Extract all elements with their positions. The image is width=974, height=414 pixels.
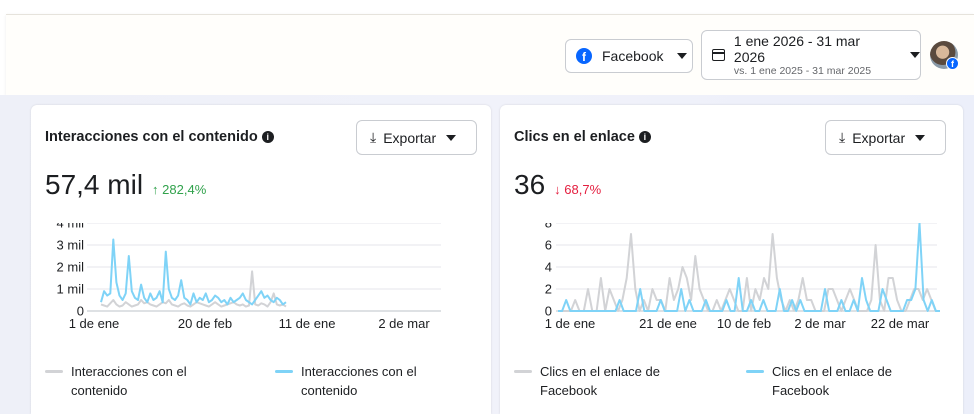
x-tick-label: 21 de ene bbox=[639, 316, 697, 331]
legend-label: Clics en el enlace de Facebook bbox=[540, 364, 660, 398]
legend-item: Clics en el enlace de Facebook bbox=[514, 362, 680, 400]
legend-swatch bbox=[45, 370, 63, 373]
y-tick-label: 4 bbox=[545, 260, 552, 275]
legend-swatch bbox=[514, 370, 532, 373]
series-line-current bbox=[100, 238, 287, 306]
export-button[interactable]: ⤓ Exportar bbox=[825, 120, 946, 155]
metric: 57,4 mil ↑ 282,4% bbox=[45, 169, 206, 201]
legend-item: Clics en el enlace de Facebook bbox=[746, 362, 912, 400]
legend-label: Clics en el enlace de Facebook bbox=[772, 364, 892, 398]
legend-label: Interacciones con el contenido bbox=[71, 364, 187, 398]
x-tick-label: 1 de ene bbox=[545, 316, 596, 331]
download-icon: ⤓ bbox=[839, 129, 846, 145]
export-label: Exportar bbox=[383, 129, 437, 146]
chevron-down-icon bbox=[446, 134, 457, 141]
platform-label: Facebook bbox=[602, 48, 664, 64]
x-tick-label: 20 de feb bbox=[178, 316, 232, 331]
calendar-icon bbox=[712, 49, 725, 61]
metric: 36 ↓ 68,7% bbox=[514, 169, 601, 201]
info-icon[interactable]: i bbox=[261, 131, 274, 143]
date-range: 1 ene 2026 - 31 mar 2026 bbox=[733, 32, 861, 65]
y-tick-label: 3 mil bbox=[57, 238, 85, 253]
legend-item: Interacciones con el contenido bbox=[275, 362, 451, 400]
export-button[interactable]: ⤓ Exportar bbox=[356, 120, 477, 155]
legend-label: Interacciones con el contenido bbox=[301, 364, 417, 398]
series-line-previous bbox=[558, 233, 940, 312]
metric-change: ↓ 68,7% bbox=[554, 182, 602, 197]
legend-swatch bbox=[275, 370, 293, 373]
chevron-down-icon bbox=[677, 53, 688, 59]
card-title: Interacciones con el contenido i bbox=[45, 129, 274, 145]
legend-swatch bbox=[746, 370, 764, 373]
metric-change: ↑ 282,4% bbox=[152, 182, 207, 197]
y-tick-label: 4 mil bbox=[57, 223, 85, 231]
link-clicks-card: Clics en el enlace i ⤓ Exportar 36 ↓ 68,… bbox=[500, 105, 963, 414]
info-icon[interactable]: i bbox=[638, 131, 651, 143]
interactions-chart: 4 mil3 mil2 mil1 mil01 de ene 20 de feb 11… bbox=[57, 223, 441, 331]
date-range-selector[interactable]: 1 ene 2026 - 31 mar 2026 vs. 1 ene 2025 … bbox=[701, 30, 921, 80]
interactions-card: Interacciones con el contenido i ⤓ Expor… bbox=[31, 105, 491, 414]
facebook-badge-icon: f bbox=[946, 57, 959, 70]
card-title: Clics en el enlace i bbox=[514, 129, 651, 145]
metric-value: 57,4 mil bbox=[45, 169, 144, 200]
card-title-text: Interacciones con el contenido bbox=[45, 129, 258, 145]
x-tick-label: 11 de ene bbox=[279, 316, 336, 331]
platform-selector[interactable]: f Facebook bbox=[565, 39, 693, 73]
x-tick-label: 22 de mar bbox=[871, 316, 930, 331]
x-tick-label: 2 de mar bbox=[378, 316, 430, 331]
y-tick-label: 2 mil bbox=[57, 260, 85, 275]
y-tick-label: 2 bbox=[545, 282, 552, 297]
legend-item: Interacciones con el contenido bbox=[45, 362, 221, 400]
facebook-icon: f bbox=[576, 48, 592, 64]
download-icon: ⤓ bbox=[370, 129, 377, 145]
chevron-down-icon bbox=[910, 52, 920, 58]
y-tick-label: 6 bbox=[545, 238, 552, 253]
date-compare: vs. 1 ene 2025 - 31 mar 2025 bbox=[733, 64, 872, 77]
card-title-text: Clics en el enlace bbox=[514, 129, 635, 145]
metric-value: 36 bbox=[514, 169, 546, 200]
export-label: Exportar bbox=[852, 129, 906, 146]
x-tick-label: 1 de ene bbox=[69, 316, 120, 331]
y-tick-label: 1 mil bbox=[57, 282, 85, 297]
y-tick-label: 8 bbox=[545, 223, 552, 231]
chevron-down-icon bbox=[915, 134, 926, 141]
link-clicks-chart: 864201 de ene 21 de ene 10 de feb 2 de mar 2… bbox=[545, 223, 940, 331]
x-tick-label: 10 de feb bbox=[717, 316, 771, 331]
x-tick-label: 2 de mar bbox=[794, 316, 846, 331]
